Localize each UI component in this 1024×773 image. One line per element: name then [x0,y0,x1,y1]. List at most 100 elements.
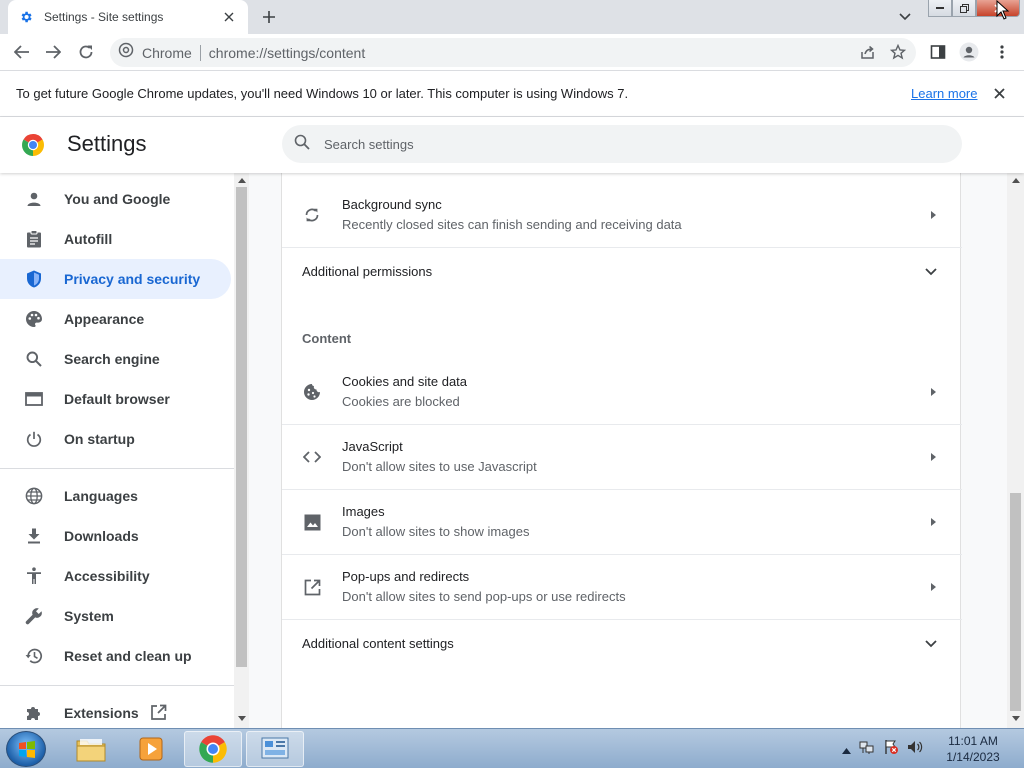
chevron-right-icon [928,452,938,462]
sidebar-item-appearance[interactable]: Appearance [0,299,231,339]
windows-logo-icon [19,741,35,758]
sidebar-item-label: Reset and clean up [64,648,192,664]
sidebar-item-privacy-and-security[interactable]: Privacy and security [0,259,231,299]
row-title: Background sync [342,197,442,212]
scroll-up-arrow-icon[interactable] [1011,176,1020,185]
search-icon [24,349,44,369]
wrench-icon [24,606,44,626]
shield-icon [24,269,44,289]
learn-more-link[interactable]: Learn more [911,86,977,101]
sidebar-item-label: Extensions [64,705,139,721]
sidebar-item-you-and-google[interactable]: You and Google [0,179,231,219]
media-player-icon [139,737,163,761]
background-sync-row[interactable]: Background sync Recently closed sites ca… [282,183,962,248]
clock-time: 11:01 AM [948,734,998,748]
sidebar-item-autofill[interactable]: Autofill [0,219,231,259]
chrome-menu-icon[interactable] [992,42,1012,62]
page-title: Settings [67,131,147,156]
control-panel-taskbar-button[interactable] [246,731,304,767]
sidebar-item-languages[interactable]: Languages [0,476,231,516]
sidebar-item-downloads[interactable]: Downloads [0,516,231,556]
content-section-heading: Content [302,331,352,346]
sidebar-item-reset-and-clean-up[interactable]: Reset and clean up [0,636,231,676]
sidebar-item-label: Appearance [64,311,145,327]
sidebar-item-search-engine[interactable]: Search engine [0,339,231,379]
main-scrollbar-thumb[interactable] [1010,493,1021,711]
code-brackets-icon [302,447,322,467]
scroll-down-arrow-icon[interactable] [237,714,246,723]
cookie-icon [302,382,322,402]
javascript-row[interactable]: JavaScript Don't allow sites to use Java… [282,425,962,490]
sidebar-item-label: Autofill [64,231,113,247]
reload-icon[interactable] [76,42,96,62]
sidebar-item-on-startup[interactable]: On startup [0,419,231,459]
url-text[interactable]: chrome://settings/content [209,45,365,61]
sidebar-item-label: Languages [64,488,138,504]
action-center-flag-icon[interactable] [883,739,899,760]
restore-button[interactable] [952,0,976,17]
sidebar-item-accessibility[interactable]: Accessibility [0,556,231,596]
file-explorer-taskbar-button[interactable] [62,731,120,767]
settings-header: Settings Search settings [0,117,1024,173]
puzzle-icon [24,703,44,723]
sidebar-item-label: You and Google [64,191,171,207]
address-bar[interactable]: Chrome chrome://settings/content [110,38,916,67]
new-tab-plus-icon[interactable] [258,6,280,28]
sidebar-item-label: Search engine [64,351,160,367]
omnibox-separator [199,44,201,61]
minimize-button[interactable] [928,0,952,17]
images-row[interactable]: Images Don't allow sites to show images [282,490,962,555]
external-link-icon [150,704,167,726]
mouse-cursor-icon [996,0,1010,25]
sidebar-divider [0,468,234,469]
chrome-taskbar-button[interactable] [184,731,242,767]
tab-search-chevron-icon[interactable] [896,8,914,26]
tab-strip: Settings - Site settings [0,0,1024,34]
search-icon [294,134,310,155]
settings-search-input[interactable]: Search settings [282,125,962,163]
share-icon[interactable] [860,44,876,65]
sidebar-item-label: Privacy and security [64,271,201,287]
row-subtitle: Don't allow sites to use Javascript [342,459,537,474]
image-icon [302,512,322,532]
popups-redirects-row[interactable]: Pop-ups and redirects Don't allow sites … [282,555,962,620]
infobar-close-icon[interactable] [991,85,1007,101]
sidebar-scrollbar-thumb[interactable] [236,187,247,667]
bookmark-star-icon[interactable] [889,43,907,65]
row-title: Pop-ups and redirects [342,569,470,584]
row-subtitle: Cookies are blocked [342,394,460,409]
start-button[interactable] [6,731,46,767]
main-scrollbar[interactable] [1007,173,1024,728]
sidebar-item-label: System [64,608,114,624]
sidebar-item-extensions[interactable]: Extensions [0,693,231,728]
tab-settings[interactable]: Settings - Site settings [8,0,248,34]
cookies-row[interactable]: Cookies and site data Cookies are blocke… [282,360,962,425]
scroll-up-arrow-icon[interactable] [237,176,246,185]
sidebar-item-default-browser[interactable]: Default browser [0,379,231,419]
sync-icon [302,205,322,225]
taskbar-clock[interactable]: 11:01 AM 1/14/2023 [940,733,1006,765]
profile-avatar-icon[interactable] [959,42,979,62]
additional-permissions-expander[interactable]: Additional permissions [282,248,962,296]
row-subtitle: Recently closed sites can finish sending… [342,217,682,232]
history-icon [24,646,44,666]
sidebar-item-system[interactable]: System [0,596,231,636]
additional-content-settings-expander[interactable]: Additional content settings [282,620,962,668]
tab-close-icon[interactable] [220,8,238,26]
volume-speaker-icon[interactable] [907,739,923,760]
infobar-message: To get future Google Chrome updates, you… [16,86,629,101]
sidebar-scrollbar[interactable] [234,173,249,728]
show-hidden-icons-arrow-icon[interactable] [842,741,851,759]
back-arrow-icon[interactable] [12,42,32,62]
sidebar-item-label: Accessibility [64,568,150,584]
download-icon [24,526,44,546]
scroll-down-arrow-icon[interactable] [1011,714,1020,723]
settings-sidebar: You and Google Autofill Privacy and secu… [0,173,234,728]
accessibility-icon [24,566,44,586]
chevron-down-icon [924,265,938,279]
network-icon[interactable] [859,739,875,760]
media-player-taskbar-button[interactable] [122,731,180,767]
chevron-right-icon [928,210,938,220]
forward-arrow-icon[interactable] [43,42,63,62]
side-panel-icon[interactable] [928,42,948,62]
